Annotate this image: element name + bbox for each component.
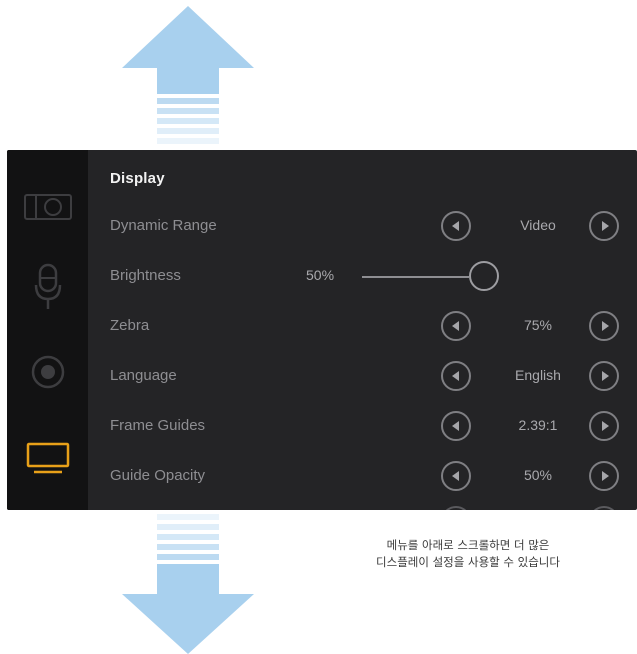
- microphone-icon[interactable]: [7, 262, 88, 312]
- setting-row-dynamic-range: Dynamic Range Video: [88, 202, 637, 252]
- setting-label: Zebra: [110, 317, 150, 334]
- chevron-right-icon: [601, 371, 609, 381]
- chevron-left-icon: [451, 221, 459, 231]
- chevron-right-icon: [601, 321, 609, 331]
- previous-option-button[interactable]: [441, 211, 471, 241]
- chevron-left-icon: [451, 321, 459, 331]
- setting-row-zebra: Zebra 75%: [88, 302, 637, 352]
- setting-value: 2.39:1: [518, 417, 558, 433]
- chevron-right-icon: [601, 421, 609, 431]
- previous-option-button[interactable]: [441, 361, 471, 391]
- camera-settings-panel: Display Dynamic Range Video Brightness 5…: [7, 150, 637, 510]
- setting-row-language: Language English: [88, 352, 637, 402]
- setting-value: 75%: [523, 317, 553, 333]
- chevron-left-icon: [451, 471, 459, 481]
- monitor-icon[interactable]: [7, 438, 88, 478]
- setting-label: Guide Opacity: [110, 467, 206, 484]
- setting-label: Frame Guides: [110, 417, 206, 434]
- brightness-value: 50%: [306, 267, 335, 283]
- brightness-slider-thumb[interactable]: [469, 261, 499, 291]
- chevron-right-icon: [601, 471, 609, 481]
- previous-option-button[interactable]: [441, 311, 471, 341]
- setting-label: Dynamic Range: [110, 217, 217, 234]
- setting-value: 50%: [523, 467, 553, 483]
- record-icon[interactable]: [7, 352, 88, 392]
- manual-illustration: Display Dynamic Range Video Brightness 5…: [0, 0, 637, 654]
- chevron-left-icon: [451, 421, 459, 431]
- scroll-down-arrow-icon: [122, 512, 254, 654]
- next-option-button[interactable]: [589, 411, 619, 441]
- caption-line: 디스플레이 설정을 사용할 수 있습니다: [376, 555, 560, 569]
- previous-option-button[interactable]: [441, 506, 471, 510]
- next-option-button[interactable]: [589, 461, 619, 491]
- setting-value: Video: [520, 217, 556, 233]
- setting-label: Language: [110, 367, 177, 384]
- chevron-right-icon: [601, 221, 609, 231]
- section-title: Display: [110, 170, 165, 187]
- setting-row-guide-opacity: Guide Opacity 50%: [88, 452, 637, 502]
- setting-row-frame-guides: Frame Guides 2.39:1: [88, 402, 637, 452]
- next-option-button[interactable]: [589, 211, 619, 241]
- chevron-left-icon: [451, 371, 459, 381]
- caption: 메뉴를 아래로 스크롤하면 더 많은 디스플레이 설정을 사용할 수 있습니다: [318, 537, 618, 571]
- next-option-button[interactable]: [589, 506, 619, 510]
- setting-label: Brightness: [110, 267, 181, 284]
- caption-line: 메뉴를 아래로 스크롤하면 더 많은: [386, 538, 550, 552]
- camera-icon[interactable]: [7, 188, 88, 228]
- setting-value: English: [515, 367, 561, 383]
- scroll-up-arrow-icon: [122, 6, 254, 146]
- setting-row-brightness: Brightness 50%: [88, 252, 637, 302]
- settings-content: Display Dynamic Range Video Brightness 5…: [88, 150, 637, 510]
- previous-option-button[interactable]: [441, 461, 471, 491]
- next-option-button[interactable]: [589, 311, 619, 341]
- next-option-button[interactable]: [589, 361, 619, 391]
- brightness-slider-track[interactable]: [362, 276, 469, 278]
- previous-option-button[interactable]: [441, 411, 471, 441]
- settings-sidebar: [7, 150, 88, 510]
